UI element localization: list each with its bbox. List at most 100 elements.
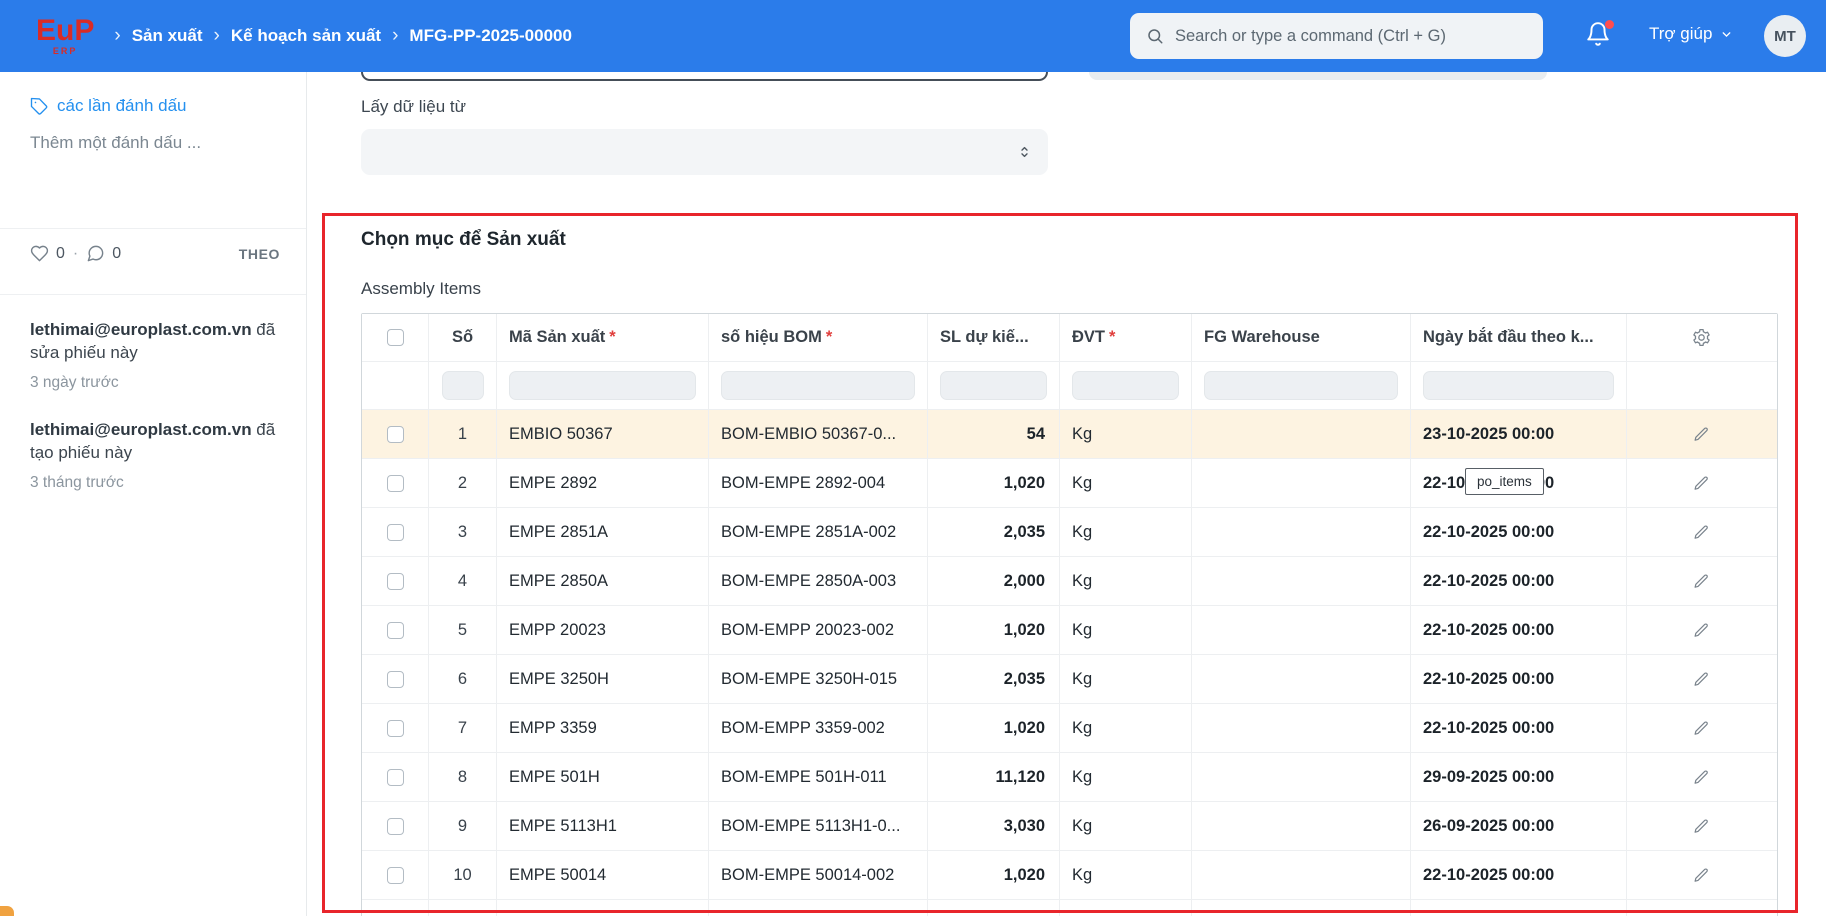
uom-cell: Kg (1059, 900, 1191, 916)
item-code-cell: EMBIO 50367 (496, 410, 708, 458)
uom-cell: Kg (1059, 851, 1191, 899)
select-updown-icon (1017, 145, 1032, 160)
filter-input[interactable] (940, 371, 1047, 400)
help-menu[interactable]: Trợ giúp (1649, 24, 1733, 44)
fg-warehouse-cell (1191, 655, 1410, 703)
column-header-label: Mã Sản xuất (509, 328, 606, 346)
row-checkbox[interactable] (386, 425, 404, 443)
edit-row-button[interactable] (1693, 524, 1710, 541)
grid-header-row: Số Mã Sản xuất * số hiệu BOM * SL dự kiế... ĐV… (362, 314, 1777, 361)
row-checkbox[interactable] (386, 817, 404, 835)
section-title: Chọn mục để Sản xuất (361, 229, 566, 250)
select-all-checkbox[interactable] (386, 329, 404, 346)
column-header-label: Số (451, 328, 474, 346)
item-code-cell: EMPE 3250H (496, 655, 708, 703)
bom-cell: BOM-EMPE 5113H1-0... (708, 802, 927, 850)
comment-icon (86, 244, 105, 263)
start-date-cell: 23-10-2025 00:00 (1410, 900, 1626, 916)
edit-row-button[interactable] (1693, 867, 1710, 884)
item-code-cell: EMPP 20023 (496, 606, 708, 654)
filter-cell (428, 362, 496, 409)
row-index: 8 (428, 753, 496, 801)
row-index: 6 (428, 655, 496, 703)
row-index: 11 (428, 900, 496, 916)
filter-cell (496, 362, 708, 409)
fetch-from-select[interactable] (361, 129, 1048, 175)
item-code-cell: EMPE 5113H1 (496, 802, 708, 850)
filter-input[interactable] (441, 371, 484, 400)
edit-row-button[interactable] (1693, 475, 1710, 492)
column-header-label: SL dự kiế... (940, 328, 1029, 346)
activity-item: lethimai@europlast.com.vn đã tạo phiếu n… (30, 418, 282, 494)
production-plan-page: EuP ERP › Sản xuất › Kế hoạch sản xuất › MFG-… (0, 0, 1826, 916)
user-avatar[interactable]: MT (1764, 15, 1806, 57)
fg-warehouse-cell (1191, 557, 1410, 605)
edit-row-button[interactable] (1693, 720, 1710, 737)
row-checkbox[interactable] (386, 719, 404, 737)
row-edit-cell (1626, 655, 1775, 703)
app-logo[interactable]: EuP ERP (36, 16, 94, 56)
row-edit-cell (1626, 802, 1775, 850)
filter-input[interactable] (1423, 371, 1614, 400)
start-date-cell: 22-10-2025 00:00 (1410, 557, 1626, 605)
add-tag-button[interactable]: Thêm một đánh dấu ... (30, 133, 201, 153)
row-checkbox[interactable] (386, 768, 404, 786)
filter-input[interactable] (721, 371, 915, 400)
breadcrumb-item[interactable]: Sản xuất (132, 26, 203, 46)
filter-input[interactable] (1204, 371, 1398, 400)
breadcrumb-chevron-icon: › (213, 25, 220, 46)
follow-button[interactable]: THEO (239, 246, 280, 262)
edit-row-button[interactable] (1693, 573, 1710, 590)
edit-row-button[interactable] (1693, 818, 1710, 835)
edit-row-button[interactable] (1693, 426, 1710, 443)
global-search-input[interactable]: Search or type a command (Ctrl + G) (1130, 13, 1543, 59)
chevron-down-icon (1720, 28, 1733, 41)
planned-qty-cell: 1,020 (927, 851, 1059, 899)
breadcrumb-item[interactable]: Kế hoạch sản xuất (231, 26, 381, 46)
item-code-cell: EMPE 50014 (496, 851, 708, 899)
item-code-cell: EMPE 2850A (496, 557, 708, 605)
bom-cell: BOM-EMPE 50351H-0... (708, 900, 927, 916)
po-items-tooltip: po_items (1465, 468, 1544, 495)
edit-row-button[interactable] (1693, 671, 1710, 688)
row-checkbox[interactable] (386, 866, 404, 884)
cutoff-field-secondary[interactable] (1089, 72, 1547, 80)
edit-row-button[interactable] (1693, 769, 1710, 786)
row-edit-cell (1626, 900, 1775, 916)
bom-cell: BOM-EMBIO 50367-0... (708, 410, 927, 458)
filter-cell (708, 362, 927, 409)
activity-timestamp: 3 tháng trước (30, 474, 124, 491)
assembly-items-grid: Số Mã Sản xuất * số hiệu BOM * SL dự kiế... ĐV… (361, 313, 1778, 916)
grid-settings-button[interactable] (1692, 328, 1711, 347)
cutoff-field[interactable] (361, 72, 1048, 81)
bom-cell: BOM-EMPP 3359-002 (708, 704, 927, 752)
like-button[interactable]: 0 (30, 244, 65, 263)
column-header: FG Warehouse (1191, 314, 1410, 361)
row-index: 5 (428, 606, 496, 654)
help-label: Trợ giúp (1649, 24, 1713, 43)
filter-input[interactable] (509, 371, 696, 400)
item-code-cell: EMPE 501H (496, 753, 708, 801)
row-checkbox[interactable] (386, 523, 404, 541)
notifications-button[interactable] (1585, 20, 1615, 51)
filter-input[interactable] (1072, 371, 1179, 400)
heart-icon (30, 244, 49, 263)
start-date-cell: 22-10-2025 00:00 (1410, 704, 1626, 752)
row-select-cell (362, 508, 428, 556)
notification-badge (1605, 20, 1614, 29)
breadcrumb-item[interactable]: MFG-PP-2025-00000 (409, 26, 572, 46)
item-code-cell: EMPE 2851A (496, 508, 708, 556)
table-row: 2EMPE 2892BOM-EMPE 2892-0041,020Kg22-10-… (362, 458, 1777, 507)
row-checkbox[interactable] (386, 670, 404, 688)
planned-qty-cell: 54 (927, 410, 1059, 458)
comments-button[interactable]: 0 (86, 244, 121, 263)
edit-row-button[interactable] (1693, 622, 1710, 639)
filter-empty-cell (362, 362, 428, 409)
sidebar: các lần đánh dấu Thêm một đánh dấu ... 0… (0, 72, 307, 916)
row-checkbox[interactable] (386, 572, 404, 590)
sidebar-tags-link[interactable]: các lần đánh dấu (30, 96, 187, 116)
planned-qty-cell: 2,000 (927, 557, 1059, 605)
row-checkbox[interactable] (386, 621, 404, 639)
comments-count: 0 (112, 244, 122, 262)
row-checkbox[interactable] (386, 474, 404, 492)
